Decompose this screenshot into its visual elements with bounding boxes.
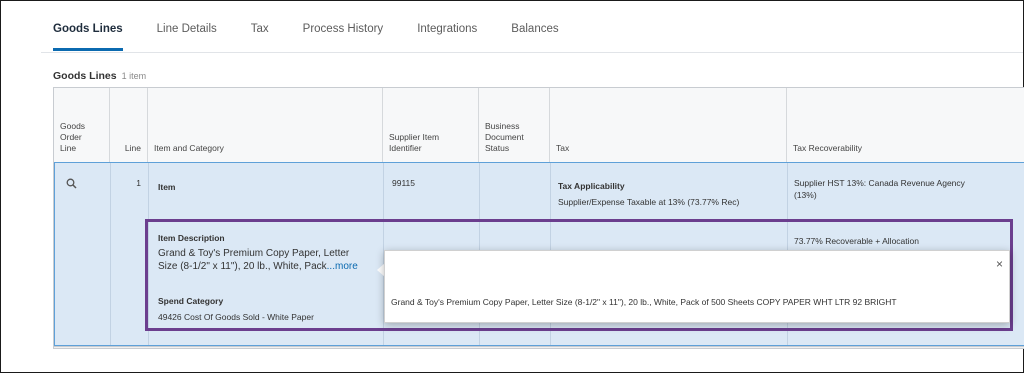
section-title-text: Goods Lines bbox=[53, 70, 117, 82]
header-supplier-item-identifier[interactable]: Supplier Item Identifier bbox=[383, 88, 479, 162]
horizontal-scrollbar[interactable]: ◂ bbox=[54, 346, 1024, 348]
header-goods-order-line[interactable]: Goods Order Line bbox=[54, 88, 110, 162]
tab-balances[interactable]: Balances bbox=[511, 21, 558, 51]
header-tax-text: Tax bbox=[556, 143, 570, 153]
header-business-document-status-text-1: Business bbox=[485, 121, 520, 131]
header-goods-order-line-text-3: Line bbox=[60, 143, 77, 153]
tax-recoverability-rate: (13%) bbox=[794, 190, 817, 200]
window-frame: Goods Lines Line Details Tax Process His… bbox=[0, 0, 1024, 373]
close-icon[interactable]: × bbox=[996, 257, 1003, 271]
section-title: Goods Lines 1 item bbox=[53, 70, 146, 82]
tab-line-details[interactable]: Line Details bbox=[157, 21, 217, 51]
description-popup: × Grand & Toy's Premium Copy Paper, Lett… bbox=[384, 250, 1010, 323]
tax-applicability-label: Tax Applicability bbox=[558, 181, 625, 191]
header-line-text: Line bbox=[124, 143, 141, 153]
section-item-count: 1 item bbox=[121, 71, 147, 81]
search-icon[interactable] bbox=[66, 178, 77, 189]
header-tax[interactable]: Tax bbox=[550, 88, 787, 162]
header-tax-recoverability-text: Tax Recoverability bbox=[793, 143, 862, 153]
header-business-document-status[interactable]: Business Document Status bbox=[479, 88, 550, 162]
header-supplier-item-text-1: Supplier Item bbox=[389, 132, 440, 142]
tab-goods-lines[interactable]: Goods Lines bbox=[53, 21, 123, 51]
header-business-document-status-text-3: Status bbox=[485, 143, 510, 153]
tab-divider bbox=[41, 52, 1023, 53]
tax-recoverability-agency: Supplier HST 13%: Canada Revenue Agency bbox=[794, 178, 965, 188]
header-line[interactable]: Line bbox=[110, 88, 148, 162]
header-item-and-category-text: Item and Category bbox=[154, 143, 224, 153]
popup-full-description: Grand & Toy's Premium Copy Paper, Letter… bbox=[391, 297, 897, 307]
header-item-and-category[interactable]: Item and Category bbox=[148, 88, 383, 162]
header-tax-recoverability[interactable]: Tax Recoverability bbox=[787, 88, 1024, 162]
tab-tax[interactable]: Tax bbox=[251, 21, 269, 51]
header-supplier-item-text-2: Identifier bbox=[389, 143, 422, 153]
header-business-document-status-text-2: Document bbox=[485, 132, 524, 142]
tax-applicability-value: Supplier/Expense Taxable at 13% (73.77% … bbox=[558, 197, 740, 207]
tab-integrations[interactable]: Integrations bbox=[417, 21, 477, 51]
supplier-item-id: 99115 bbox=[392, 178, 416, 188]
header-goods-order-line-text-2: Order bbox=[60, 132, 82, 142]
header-goods-order-line-text-1: Goods bbox=[60, 121, 86, 131]
tab-process-history[interactable]: Process History bbox=[303, 21, 384, 51]
tab-bar: Goods Lines Line Details Tax Process His… bbox=[53, 21, 593, 53]
item-label: Item bbox=[158, 182, 176, 192]
line-number: 1 bbox=[136, 178, 141, 188]
